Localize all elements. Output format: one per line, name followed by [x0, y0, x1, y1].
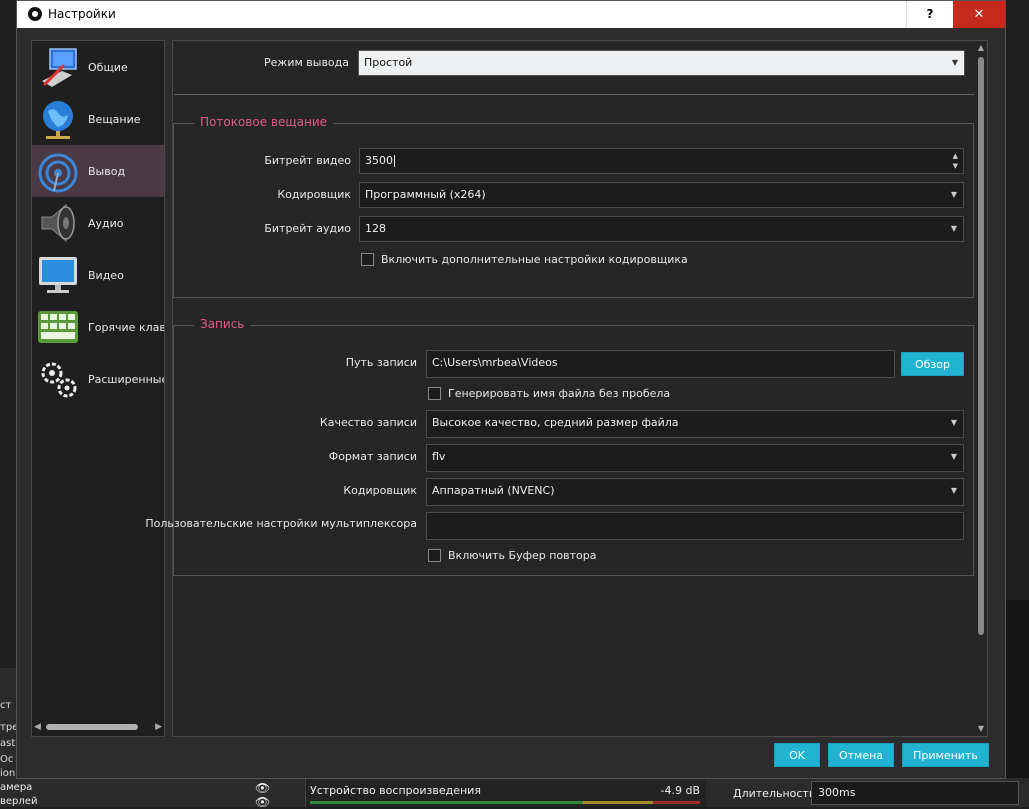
sidebar-label-general: Общие — [88, 61, 128, 74]
advanced-encoder-label: Включить дополнительные настройки кодиро… — [381, 253, 688, 266]
audio-device-name: Устройство воспроизведения — [310, 784, 481, 797]
keyboard-icon — [38, 311, 78, 343]
duration-label: Длительность — [733, 787, 816, 800]
title-bar[interactable]: Настройки ? ✕ — [17, 1, 1005, 28]
muxer-settings-input[interactable] — [426, 512, 964, 540]
sidebar-label-hotkeys: Горячие клави — [88, 321, 165, 334]
apply-button[interactable]: Применить — [902, 743, 989, 767]
sidebar-label-broadcast: Вещание — [88, 113, 141, 126]
broadcast-globe-icon — [43, 101, 73, 139]
duration-field[interactable]: 300ms — [811, 781, 1019, 805]
recording-encoder-value: Аппаратный (NVENC) — [432, 484, 555, 497]
help-button[interactable]: ? — [906, 1, 953, 28]
recording-format-select[interactable]: flv ▼ — [426, 444, 964, 472]
ok-button[interactable]: OK — [774, 743, 820, 767]
chevron-down-icon: ▼ — [950, 224, 957, 233]
recording-quality-value: Высокое качество, средний размер файла — [432, 416, 679, 429]
recording-path-input[interactable]: C:\Users\mrbea\Videos — [426, 350, 895, 378]
scroll-down-icon[interactable]: ▼ — [975, 724, 987, 733]
output-mode-label: Режим вывода — [264, 56, 349, 69]
recording-encoder-select[interactable]: Аппаратный (NVENC) ▼ — [426, 478, 964, 506]
output-mode-value: Простой — [364, 56, 413, 69]
scroll-right-icon[interactable]: ▶ — [155, 721, 162, 733]
sidebar-label-advanced: Расширенные — [88, 373, 165, 386]
stream-encoder-value: Программный (x264) — [365, 188, 486, 201]
bg-scene-item-camera[interactable]: амера — [0, 782, 32, 793]
settings-sidebar: Общие Вещание Вывод Аудио Видео Горячие … — [31, 40, 165, 737]
streaming-group-title: Потоковое вещание — [194, 115, 334, 129]
spin-up-icon[interactable]: ▲ — [953, 152, 958, 160]
recording-quality-label: Качество записи — [319, 416, 417, 429]
muxer-settings-label: Пользовательские настройки мультиплексор… — [145, 517, 417, 530]
bg-left-text-4: Ос — [0, 754, 14, 765]
recording-encoder-label: Кодировщик — [343, 484, 417, 497]
sidebar-item-video[interactable]: Видео — [32, 249, 164, 301]
recording-format-value: flv — [432, 450, 446, 463]
audio-mixer-strip: Устройство воспроизведения -4.9 dB — [305, 778, 706, 807]
window-title: Настройки — [48, 7, 116, 21]
cancel-button[interactable]: Отмена — [828, 743, 894, 767]
monitor-icon — [39, 257, 77, 293]
stream-encoder-select[interactable]: Программный (x264) ▼ — [359, 182, 964, 208]
scrollbar-thumb[interactable] — [978, 57, 984, 635]
background-right-panel — [1005, 600, 1029, 807]
gears-icon — [41, 362, 77, 398]
sidebar-item-general[interactable]: Общие — [32, 41, 164, 93]
output-mode-select[interactable]: Простой ▼ — [358, 50, 965, 76]
chevron-down-icon: ▼ — [950, 418, 957, 427]
speaker-icon — [41, 203, 75, 243]
close-button[interactable]: ✕ — [953, 1, 1005, 28]
audio-bitrate-label: Битрейт аудио — [264, 222, 351, 235]
audio-level-db: -4.9 dB — [660, 784, 701, 797]
sidebar-label-video: Видео — [88, 269, 124, 282]
replay-buffer-checkbox[interactable] — [428, 549, 441, 562]
sidebar-horizontal-scrollbar[interactable]: ◀ ▶ — [34, 721, 162, 733]
chevron-down-icon: ▼ — [951, 58, 958, 67]
settings-dialog: Настройки ? ✕ Общие Вещание Вывод Аудио … — [16, 0, 1006, 779]
chevron-down-icon: ▼ — [950, 190, 957, 199]
recording-quality-select[interactable]: Высокое качество, средний размер файла ▼ — [426, 410, 964, 438]
sidebar-item-output[interactable]: Вывод — [32, 145, 164, 197]
browse-button[interactable]: Обзор — [901, 352, 964, 376]
scrollbar-thumb[interactable] — [46, 724, 138, 730]
sidebar-item-audio[interactable]: Аудио — [32, 197, 164, 249]
sidebar-item-broadcast[interactable]: Вещание — [32, 93, 164, 145]
video-bitrate-label: Битрейт видео — [264, 154, 351, 167]
chevron-down-icon: ▼ — [950, 486, 957, 495]
advanced-encoder-checkbox[interactable] — [361, 253, 374, 266]
panel-vertical-scrollbar[interactable]: ▲ ▼ — [975, 43, 987, 733]
output-signal-icon — [38, 153, 78, 193]
bg-left-text-3: ast — [0, 738, 16, 749]
sidebar-item-advanced[interactable]: Расширенные — [32, 353, 165, 405]
audio-level-meter — [310, 801, 700, 804]
recording-format-label: Формат записи — [328, 450, 417, 463]
bg-scene-item-overlay[interactable]: верлей — [0, 796, 37, 807]
scroll-left-icon[interactable]: ◀ — [34, 721, 41, 733]
stream-encoder-label: Кодировщик — [277, 188, 351, 201]
sidebar-label-output: Вывод — [88, 165, 126, 178]
sidebar-label-audio: Аудио — [88, 217, 124, 230]
recording-group-title: Запись — [194, 317, 251, 331]
general-icon — [42, 48, 77, 87]
eye-icon[interactable]: 👁 — [255, 781, 270, 795]
chevron-down-icon: ▼ — [950, 452, 957, 461]
video-bitrate-value: 3500 — [365, 154, 393, 167]
no-space-filename-checkbox[interactable] — [428, 387, 441, 400]
scroll-up-icon[interactable]: ▲ — [975, 43, 987, 52]
text-caret — [394, 155, 395, 167]
bg-left-text-1: ст — [0, 700, 12, 711]
recording-path-value: C:\Users\mrbea\Videos — [432, 356, 558, 369]
video-bitrate-input[interactable]: 3500 ▲ ▼ — [359, 148, 964, 174]
recording-path-label: Путь записи — [345, 356, 417, 369]
obs-logo-icon — [28, 7, 42, 21]
spin-down-icon[interactable]: ▼ — [953, 162, 958, 170]
sidebar-item-hotkeys[interactable]: Горячие клави — [32, 301, 165, 353]
audio-bitrate-select[interactable]: 128 ▼ — [359, 216, 964, 242]
replay-buffer-label: Включить Буфер повтора — [448, 549, 597, 562]
no-space-filename-label: Генерировать имя файла без пробела — [448, 387, 671, 400]
audio-bitrate-value: 128 — [365, 222, 386, 235]
